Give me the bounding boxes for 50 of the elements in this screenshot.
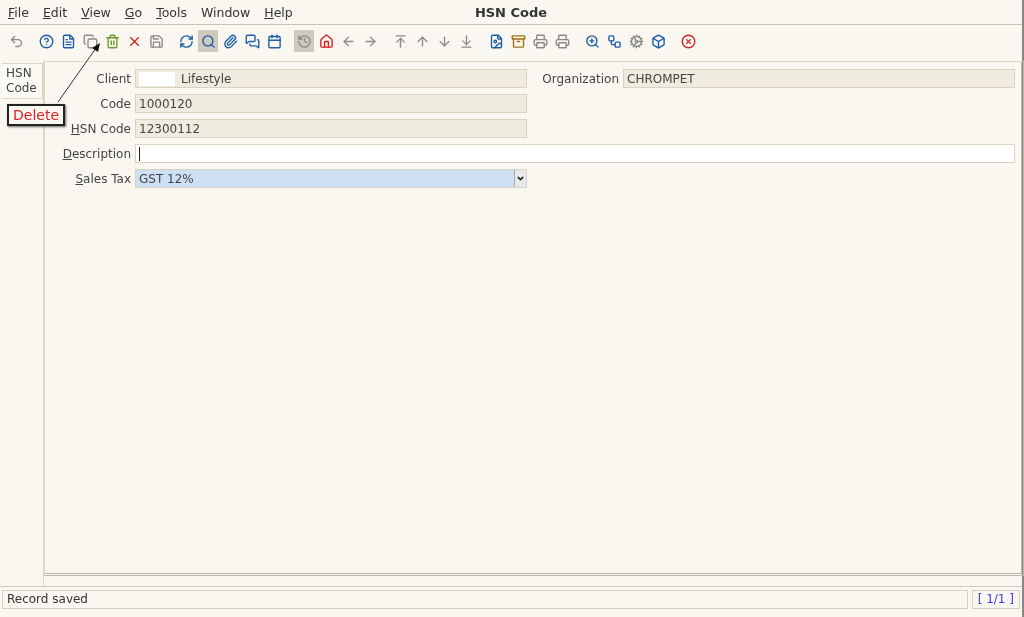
menu-item[interactable]: Help	[264, 4, 293, 20]
menu-item[interactable]: Window	[200, 4, 251, 20]
copy-icon	[82, 33, 98, 49]
help-icon	[38, 33, 54, 49]
trash-icon	[104, 33, 120, 49]
zoom-icon	[584, 33, 600, 49]
menu-item[interactable]: View	[81, 4, 111, 20]
image-document-icon	[488, 33, 504, 49]
input-field[interactable]: 1000120	[135, 94, 527, 113]
callout-label: Delete	[7, 104, 65, 126]
status-message: Record saved	[2, 589, 968, 609]
field-label: HSN Code	[69, 121, 132, 136]
archive-icon	[510, 33, 526, 49]
calendar-icon	[266, 33, 282, 49]
field-label: Sales Tax	[74, 171, 132, 186]
menu-item[interactable]: File	[8, 4, 29, 20]
save-icon	[148, 33, 164, 49]
dropdown-field[interactable]: GST 12%	[135, 169, 527, 188]
input-field[interactable]: CHROMPET	[623, 69, 1015, 88]
clock-icon	[296, 33, 312, 49]
box-icon	[650, 33, 666, 49]
workflow-icon	[606, 33, 622, 49]
paperclip-icon	[222, 33, 238, 49]
field-label: Code	[99, 96, 132, 111]
close-icon	[680, 33, 696, 49]
undo-icon	[8, 33, 24, 49]
menu-item[interactable]: Tools	[156, 4, 187, 20]
refresh-icon	[178, 33, 194, 49]
field-label: Client	[95, 71, 132, 86]
record-counter: [ 1/1 ]	[971, 589, 1020, 609]
search-icon	[200, 33, 216, 49]
printer-icon	[532, 33, 548, 49]
home-icon	[318, 33, 334, 49]
right-arrow-icon	[362, 33, 378, 49]
caret-icon	[516, 174, 525, 183]
menu-item[interactable]: Go	[124, 4, 143, 20]
window-title: HSN Code	[474, 4, 548, 20]
field-label: Organization	[541, 71, 620, 86]
field-label: Description	[61, 146, 132, 161]
down-arrow-icon	[436, 33, 452, 49]
input-field[interactable]: 12300112	[135, 119, 527, 138]
input-field[interactable]	[135, 144, 1015, 163]
gear-icon	[628, 33, 644, 49]
chat-icon	[244, 33, 260, 49]
tab[interactable]: HSN Code	[2, 63, 43, 99]
input-field[interactable]: Lifestyle	[135, 69, 527, 88]
document-icon	[60, 33, 76, 49]
menu-item[interactable]: Edit	[42, 4, 68, 20]
printer-icon	[554, 33, 570, 49]
find-button[interactable]	[198, 30, 218, 52]
